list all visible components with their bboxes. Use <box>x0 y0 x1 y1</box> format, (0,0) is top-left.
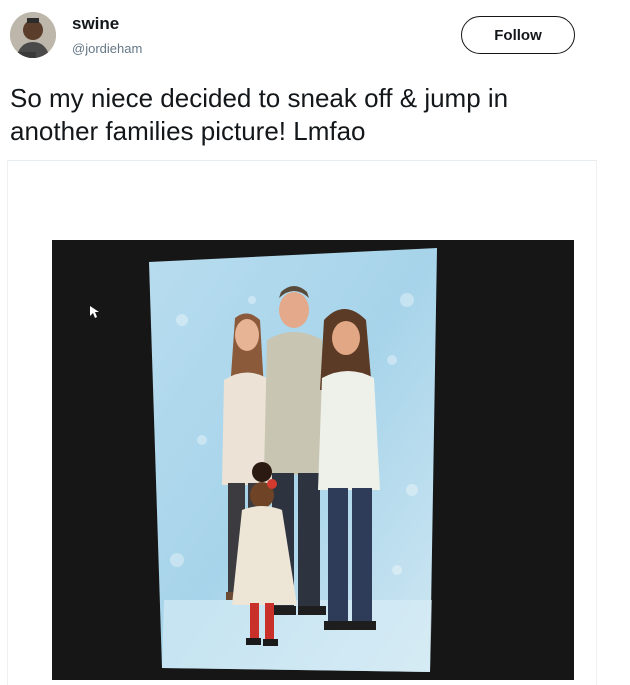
author-handle[interactable]: @jordieham <box>72 41 142 56</box>
author-name[interactable]: swine <box>72 14 119 34</box>
tweet-text-line-1: So my niece decided to sneak off & jump … <box>10 83 509 113</box>
avatar-image <box>10 12 56 58</box>
follow-button[interactable]: Follow <box>461 16 575 54</box>
photo-illustration <box>52 240 574 680</box>
tweet-text: So my niece decided to sneak off & jump … <box>10 82 610 148</box>
tweet-header: swine @jordieham Follow <box>0 0 630 70</box>
avatar[interactable] <box>10 12 56 58</box>
tweet-photo[interactable] <box>52 240 574 680</box>
photo-floor <box>162 600 432 672</box>
tweet-text-line-2: another families picture! Lmfao <box>10 116 366 146</box>
